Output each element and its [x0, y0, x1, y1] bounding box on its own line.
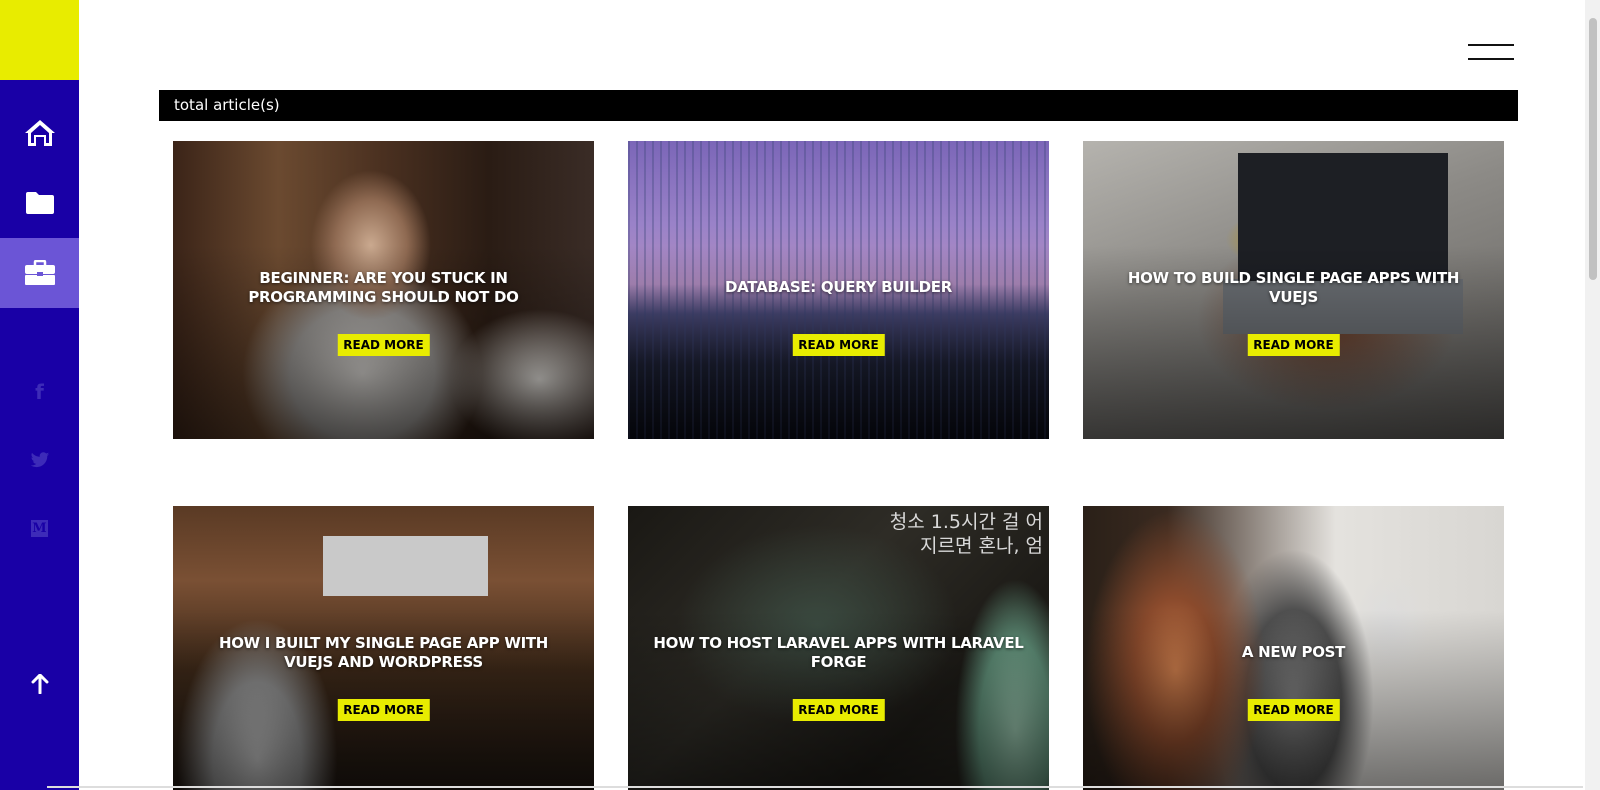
read-more-button[interactable]: READ MORE [1247, 334, 1340, 356]
article-title[interactable]: BEGINNER: ARE YOU STUCK IN PROGRAMMING S… [194, 269, 574, 307]
article-card[interactable]: HOW TO BUILD SINGLE PAGE APPS WITH VUEJS… [1083, 141, 1504, 439]
nav-home[interactable] [0, 98, 79, 168]
logo[interactable] [0, 0, 79, 80]
article-card[interactable]: BEGINNER: ARE YOU STUCK IN PROGRAMMING S… [173, 141, 594, 439]
article-card[interactable]: HOW I BUILT MY SINGLE PAGE APP WITH VUEJ… [173, 506, 594, 790]
article-title[interactable]: HOW I BUILT MY SINGLE PAGE APP WITH VUEJ… [194, 634, 574, 672]
nav-portfolio[interactable] [0, 238, 79, 308]
article-card[interactable]: A NEW POST READ MORE [1083, 506, 1504, 790]
social-facebook[interactable]: f [0, 372, 79, 412]
article-card[interactable]: DATABASE: QUERY BUILDER READ MORE [628, 141, 1049, 439]
back-to-top-button[interactable] [0, 664, 79, 704]
arrow-up-icon [31, 674, 48, 694]
hamburger-line-top [1468, 44, 1514, 46]
read-more-button[interactable]: READ MORE [792, 334, 885, 356]
read-more-button[interactable]: READ MORE [337, 699, 430, 721]
app-root: f M total article(s) BEGINNER: ARE YOU S… [0, 0, 1600, 790]
facebook-icon: f [35, 380, 44, 404]
bottom-divider [47, 786, 1583, 788]
hamburger-line-bottom [1468, 58, 1514, 60]
twitter-icon [30, 451, 49, 467]
nav-folder[interactable] [0, 168, 79, 238]
image-overlay-text: 청소 1.5시간 걸 어지르면 혼나, 엄 [889, 511, 1043, 557]
medium-icon: M [31, 519, 48, 537]
folder-icon [25, 192, 54, 214]
medium-icon-glyph: M [32, 520, 47, 536]
article-title[interactable]: HOW TO HOST LARAVEL APPS WITH LARAVEL FO… [649, 634, 1029, 672]
social-medium[interactable]: M [0, 508, 79, 548]
total-articles-label: total article(s) [174, 96, 280, 114]
total-articles-bar: total article(s) [159, 90, 1518, 121]
read-more-button[interactable]: READ MORE [792, 699, 885, 721]
read-more-button[interactable]: READ MORE [1247, 699, 1340, 721]
article-title[interactable]: DATABASE: QUERY BUILDER [649, 278, 1029, 297]
read-more-button[interactable]: READ MORE [337, 334, 430, 356]
home-icon [24, 120, 55, 146]
article-card[interactable]: 청소 1.5시간 걸 어지르면 혼나, 엄 HOW TO HOST LARAVE… [628, 506, 1049, 790]
social-twitter[interactable] [0, 440, 79, 480]
briefcase-icon [24, 260, 55, 285]
scrollbar[interactable] [1585, 0, 1600, 790]
menu-toggle-button[interactable] [1468, 42, 1516, 62]
scrollbar-thumb[interactable] [1589, 18, 1597, 280]
sidebar: f M [0, 0, 79, 790]
article-title[interactable]: HOW TO BUILD SINGLE PAGE APPS WITH VUEJS [1104, 269, 1484, 307]
article-title[interactable]: A NEW POST [1104, 643, 1484, 662]
